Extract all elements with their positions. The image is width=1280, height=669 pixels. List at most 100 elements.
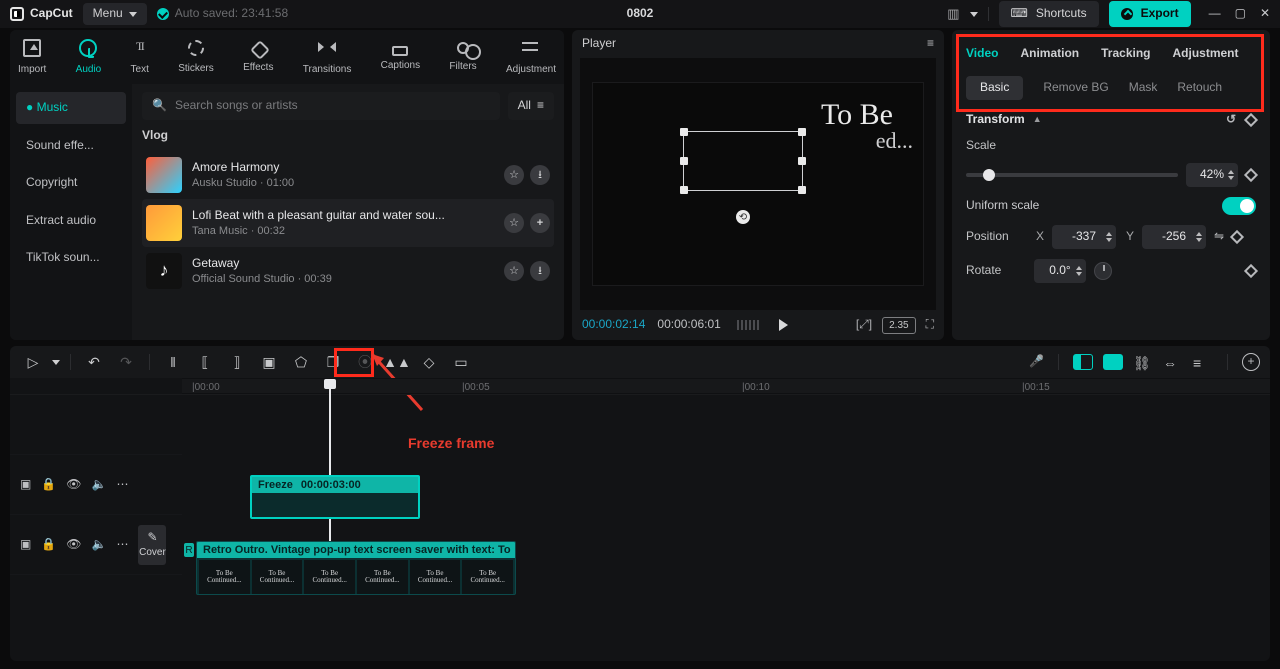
sidebar-item-sound-effects[interactable]: Sound effe... [16,130,126,162]
sidebar-item-tiktok-sounds[interactable]: TikTok soun... [16,242,126,274]
chevron-down-icon[interactable] [970,12,978,17]
expand-track-icon[interactable]: ▣ [20,477,31,493]
resize-handle[interactable] [680,157,688,165]
rotate-tool[interactable]: ◇ [416,350,442,374]
freeze-frame-tool[interactable]: ❐ [320,350,346,374]
shortcuts-button[interactable]: ⌨ Shortcuts [999,1,1099,27]
levels-icon[interactable] [737,320,759,330]
tab-adjustment[interactable]: Adjustment [506,39,556,76]
resize-handle[interactable] [798,157,806,165]
tracks-area[interactable]: Freeze 00:00:03:00 R Retro Outro. Vintag… [182,395,1270,574]
download-button[interactable]: ⭳ [530,261,550,281]
layout-icon[interactable]: ▥ [947,6,959,23]
position-x-input[interactable]: -337 [1052,225,1116,249]
favorite-button[interactable]: ☆ [504,213,524,233]
redo-button[interactable]: ↷ [113,350,139,374]
tab-animation[interactable]: Animation [1020,46,1079,62]
player-stage[interactable]: To Be ed... ⟲ [580,58,936,310]
track-view-2[interactable] [1103,354,1123,370]
trim-right-tool[interactable]: ⟧ [224,350,250,374]
mic-icon[interactable]: 🎤 [1029,354,1044,370]
track-view-1[interactable] [1073,354,1093,370]
snap-icon[interactable] [1163,354,1183,370]
subtab-retouch[interactable]: Retouch [1177,80,1222,96]
subtab-basic[interactable]: Basic [966,76,1023,100]
tab-effects[interactable]: Effects [243,41,273,74]
link-tracks-icon[interactable] [1133,354,1153,370]
song-row[interactable]: Lofi Beat with a pleasant guitar and wat… [142,199,554,247]
tab-audio[interactable]: Audio [76,39,102,76]
zoom-in-button[interactable]: + [1242,353,1260,371]
close-button[interactable]: ✕ [1260,6,1270,22]
subtab-mask[interactable]: Mask [1129,80,1158,96]
speed-tool[interactable]: ⦿ [352,350,378,374]
mute-icon[interactable]: 🔈 [92,477,107,493]
download-button[interactable]: ⭳ [530,165,550,185]
reset-icon[interactable]: ↺ [1226,112,1236,128]
link-axes-icon[interactable]: ⇋ [1214,229,1224,245]
export-button[interactable]: Export [1109,1,1191,27]
maximize-button[interactable]: ▢ [1235,6,1246,22]
resize-handle[interactable] [680,186,688,194]
resize-handle[interactable] [680,128,688,136]
crop-tool[interactable]: ▣ [256,350,282,374]
crop2-tool[interactable]: ▭ [448,350,474,374]
track-more-icon[interactable]: ⋯ [116,477,128,493]
mute-icon[interactable]: 🔈 [92,537,107,553]
keyframe-icon[interactable] [1244,113,1258,127]
expand-track-icon[interactable]: ▣ [20,537,31,553]
play-button[interactable] [779,319,788,331]
timeline-ruler[interactable]: |00:00 |00:05 |00:10 |00:15 [182,378,1270,394]
tab-transitions[interactable]: Transitions [303,39,352,76]
tab-import[interactable]: Import [18,39,46,76]
split-tool[interactable]: ‖ [160,350,186,374]
track-more-icon[interactable]: ⋯ [116,537,128,553]
lock-track-icon[interactable]: 🔒 [41,537,56,553]
tab-text[interactable]: Text [131,39,149,76]
favorite-button[interactable]: ☆ [504,165,524,185]
favorite-button[interactable]: ☆ [504,261,524,281]
resize-handle[interactable] [798,186,806,194]
minimize-button[interactable]: — [1209,6,1221,22]
cover-button[interactable]: ✎ Cover [138,525,166,565]
song-row[interactable]: Amore Harmony Ausku Studio · 01:00 ☆ ⭳ [142,151,554,199]
selection-box[interactable]: ⟲ [683,131,803,191]
mask-tool[interactable]: ⬠ [288,350,314,374]
keyframe-icon[interactable] [1244,264,1258,278]
scale-slider[interactable] [966,173,1178,177]
freeze-clip[interactable]: Freeze 00:00:03:00 [250,475,420,519]
resize-handle[interactable] [798,128,806,136]
trim-left-tool[interactable]: ⟦ [192,350,218,374]
visibility-icon[interactable]: 👁 [66,477,81,493]
filter-all-button[interactable]: All ≡ [508,92,554,120]
lock-track-icon[interactable]: 🔒 [41,477,56,493]
sidebar-item-music[interactable]: Music [16,92,126,124]
position-y-input[interactable]: -256 [1142,225,1206,249]
song-row[interactable]: ♪ Getaway Official Sound Studio · 00:39 … [142,247,554,295]
pointer-tool[interactable]: ▷ [20,350,46,374]
sidebar-item-copyright[interactable]: Copyright [16,167,126,199]
search-input[interactable]: 🔍 Search songs or artists [142,92,500,120]
tab-tracking[interactable]: Tracking [1101,46,1150,62]
fullscreen-icon[interactable]: ⛶ [926,317,934,333]
player-menu-icon[interactable]: ≡ [927,36,934,52]
sidebar-item-extract-audio[interactable]: Extract audio [16,205,126,237]
scale-value[interactable]: 42% [1186,163,1238,187]
collapse-icon[interactable]: ▲ [1033,114,1042,126]
rotate-dial-icon[interactable] [1094,262,1112,280]
scan-icon[interactable]: [⤢] [856,317,872,333]
tab-adjustment[interactable]: Adjustment [1173,46,1239,62]
tab-filters[interactable]: Filters [449,42,476,73]
video-preview[interactable]: To Be ed... ⟲ [592,82,924,286]
tab-video[interactable]: Video [966,46,998,62]
tab-captions[interactable]: Captions [381,43,420,72]
add-button[interactable]: + [530,213,550,233]
menu-button[interactable]: Menu [83,3,147,25]
keyframe-icon[interactable] [1244,168,1258,182]
keyframe-icon[interactable] [1230,230,1244,244]
subtab-remove-bg[interactable]: Remove BG [1043,80,1108,96]
mirror-tool[interactable]: ▲▲ [384,350,410,374]
aspect-ratio[interactable]: 2.35 [882,317,915,334]
video-clip[interactable]: Retro Outro. Vintage pop-up text screen … [196,541,516,595]
uniform-scale-toggle[interactable] [1222,197,1256,215]
